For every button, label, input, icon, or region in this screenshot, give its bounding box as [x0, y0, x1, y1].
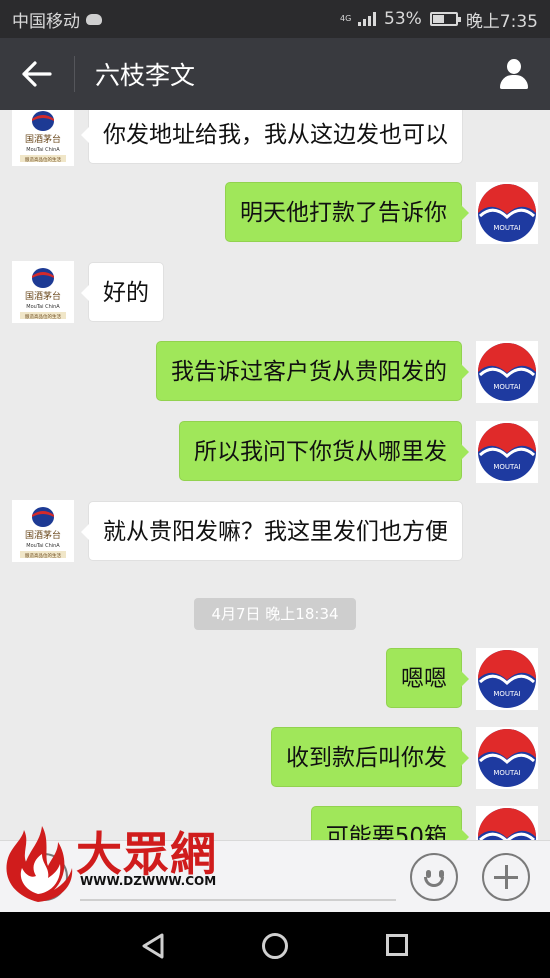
moutai-logo: MOUTAI: [478, 808, 536, 840]
svg-text:MOUTAI: MOUTAI: [493, 224, 520, 232]
clock: 晚上7:35: [465, 11, 538, 32]
watermark-url: WWW.DZWWW.COM: [80, 874, 217, 888]
emoji-icon-mouth: [424, 877, 444, 887]
my-avatar[interactable]: MOUTAI: [476, 648, 538, 710]
moutai-logo: MOUTAI: [478, 423, 536, 481]
svg-text:酿造高品位的生活: 酿造高品位的生活: [25, 156, 61, 163]
svg-text:MOUTAI: MOUTAI: [493, 769, 520, 777]
carrier-label: 中国移动: [12, 11, 80, 32]
contact-avatar[interactable]: 国酒茅台 MouTai ChinA 酿造高品位的生活: [12, 110, 74, 166]
battery-percent: 53%: [384, 9, 422, 29]
square-recent-icon[interactable]: [386, 934, 408, 956]
svg-text:MouTai ChinA: MouTai ChinA: [26, 304, 60, 310]
flame-logo-icon: [6, 826, 73, 902]
svg-text:国酒茅台: 国酒茅台: [25, 529, 61, 541]
dzwww-watermark: 大眾網 WWW.DZWWW.COM: [0, 806, 220, 906]
svg-text:国酒茅台: 国酒茅台: [25, 133, 61, 145]
svg-text:MOUTAI: MOUTAI: [493, 383, 520, 391]
person-icon: [498, 59, 530, 89]
contact-profile-button[interactable]: [478, 38, 550, 110]
svg-text:MouTai ChinA: MouTai ChinA: [26, 543, 60, 549]
moutai-logo: MOUTAI: [478, 729, 536, 787]
circle-home-icon[interactable]: [262, 933, 288, 959]
more-button[interactable]: [482, 853, 530, 901]
cloud-alert-icon: [86, 13, 102, 25]
my-avatar[interactable]: MOUTAI: [476, 182, 538, 244]
moutai-logo: MOUTAI: [478, 184, 536, 242]
message-bubble-incoming[interactable]: 好的: [81, 262, 164, 322]
svg-text:国酒茅台: 国酒茅台: [25, 290, 61, 302]
emoji-button[interactable]: [410, 853, 458, 901]
my-avatar[interactable]: MOUTAI: [476, 421, 538, 483]
arrow-left-icon: [22, 61, 52, 87]
moutai-china-logo: 国酒茅台 MouTai ChinA 酿造高品位的生活: [12, 110, 74, 166]
chat-title: 六枝李文: [95, 61, 196, 90]
signal-icon: [358, 12, 377, 26]
system-nav-bar: [0, 912, 550, 978]
my-avatar[interactable]: MOUTAI: [476, 341, 538, 403]
my-avatar[interactable]: MOUTAI: [476, 727, 538, 789]
moutai-china-logo: 国酒茅台 MouTai ChinA 酿造高品位的生活: [12, 261, 74, 323]
message-bubble-outgoing[interactable]: 嗯嗯: [386, 648, 469, 708]
header-divider: [74, 56, 75, 92]
message-bubble-outgoing[interactable]: 收到款后叫你发: [271, 727, 469, 787]
back-button[interactable]: [0, 38, 74, 110]
message-bubble-incoming[interactable]: 就从贵阳发嘛？我这里发们也方便: [81, 501, 463, 561]
battery-icon: [429, 12, 461, 26]
contact-avatar[interactable]: 国酒茅台 MouTai ChinA 酿造高品位的生活: [12, 500, 74, 562]
moutai-logo: MOUTAI: [478, 343, 536, 401]
my-avatar[interactable]: MOUTAI: [476, 806, 538, 840]
message-list[interactable]: 国酒茅台 MouTai ChinA 酿造高品位的生活 你发地址给我，我从这边发也…: [0, 110, 550, 840]
message-bubble-outgoing[interactable]: 明天他打款了告诉你: [225, 182, 469, 242]
svg-text:MOUTAI: MOUTAI: [493, 463, 520, 471]
battery-fill: [432, 15, 445, 23]
triangle-back-icon[interactable]: [140, 932, 166, 960]
message-bubble-outgoing[interactable]: 可能要50箱: [310, 806, 470, 840]
message-bubble-incoming[interactable]: 你发地址给我，我从这边发也可以: [81, 110, 463, 164]
svg-text:MouTai ChinA: MouTai ChinA: [26, 147, 60, 153]
contact-avatar[interactable]: 国酒茅台 MouTai ChinA 酿造高品位的生活: [12, 261, 74, 323]
svg-text:酿造高品位的生活: 酿造高品位的生活: [25, 552, 61, 559]
status-bar: 中国移动 4G 53% 晚上7:35: [0, 0, 550, 38]
svg-text:MOUTAI: MOUTAI: [493, 690, 520, 698]
moutai-logo: MOUTAI: [478, 650, 536, 708]
moutai-china-logo: 国酒茅台 MouTai ChinA 酿造高品位的生活: [12, 500, 74, 562]
chat-header: 六枝李文: [0, 38, 550, 110]
network-type-label: 4G: [340, 14, 352, 23]
svg-text:酿造高品位的生活: 酿造高品位的生活: [25, 313, 61, 320]
message-bubble-outgoing[interactable]: 我告诉过客户货从贵阳发的: [156, 341, 469, 401]
timestamp-label: 4月7日 晚上18:34: [194, 598, 356, 630]
message-bubble-outgoing[interactable]: 所以我问下你货从哪里发: [179, 421, 469, 481]
